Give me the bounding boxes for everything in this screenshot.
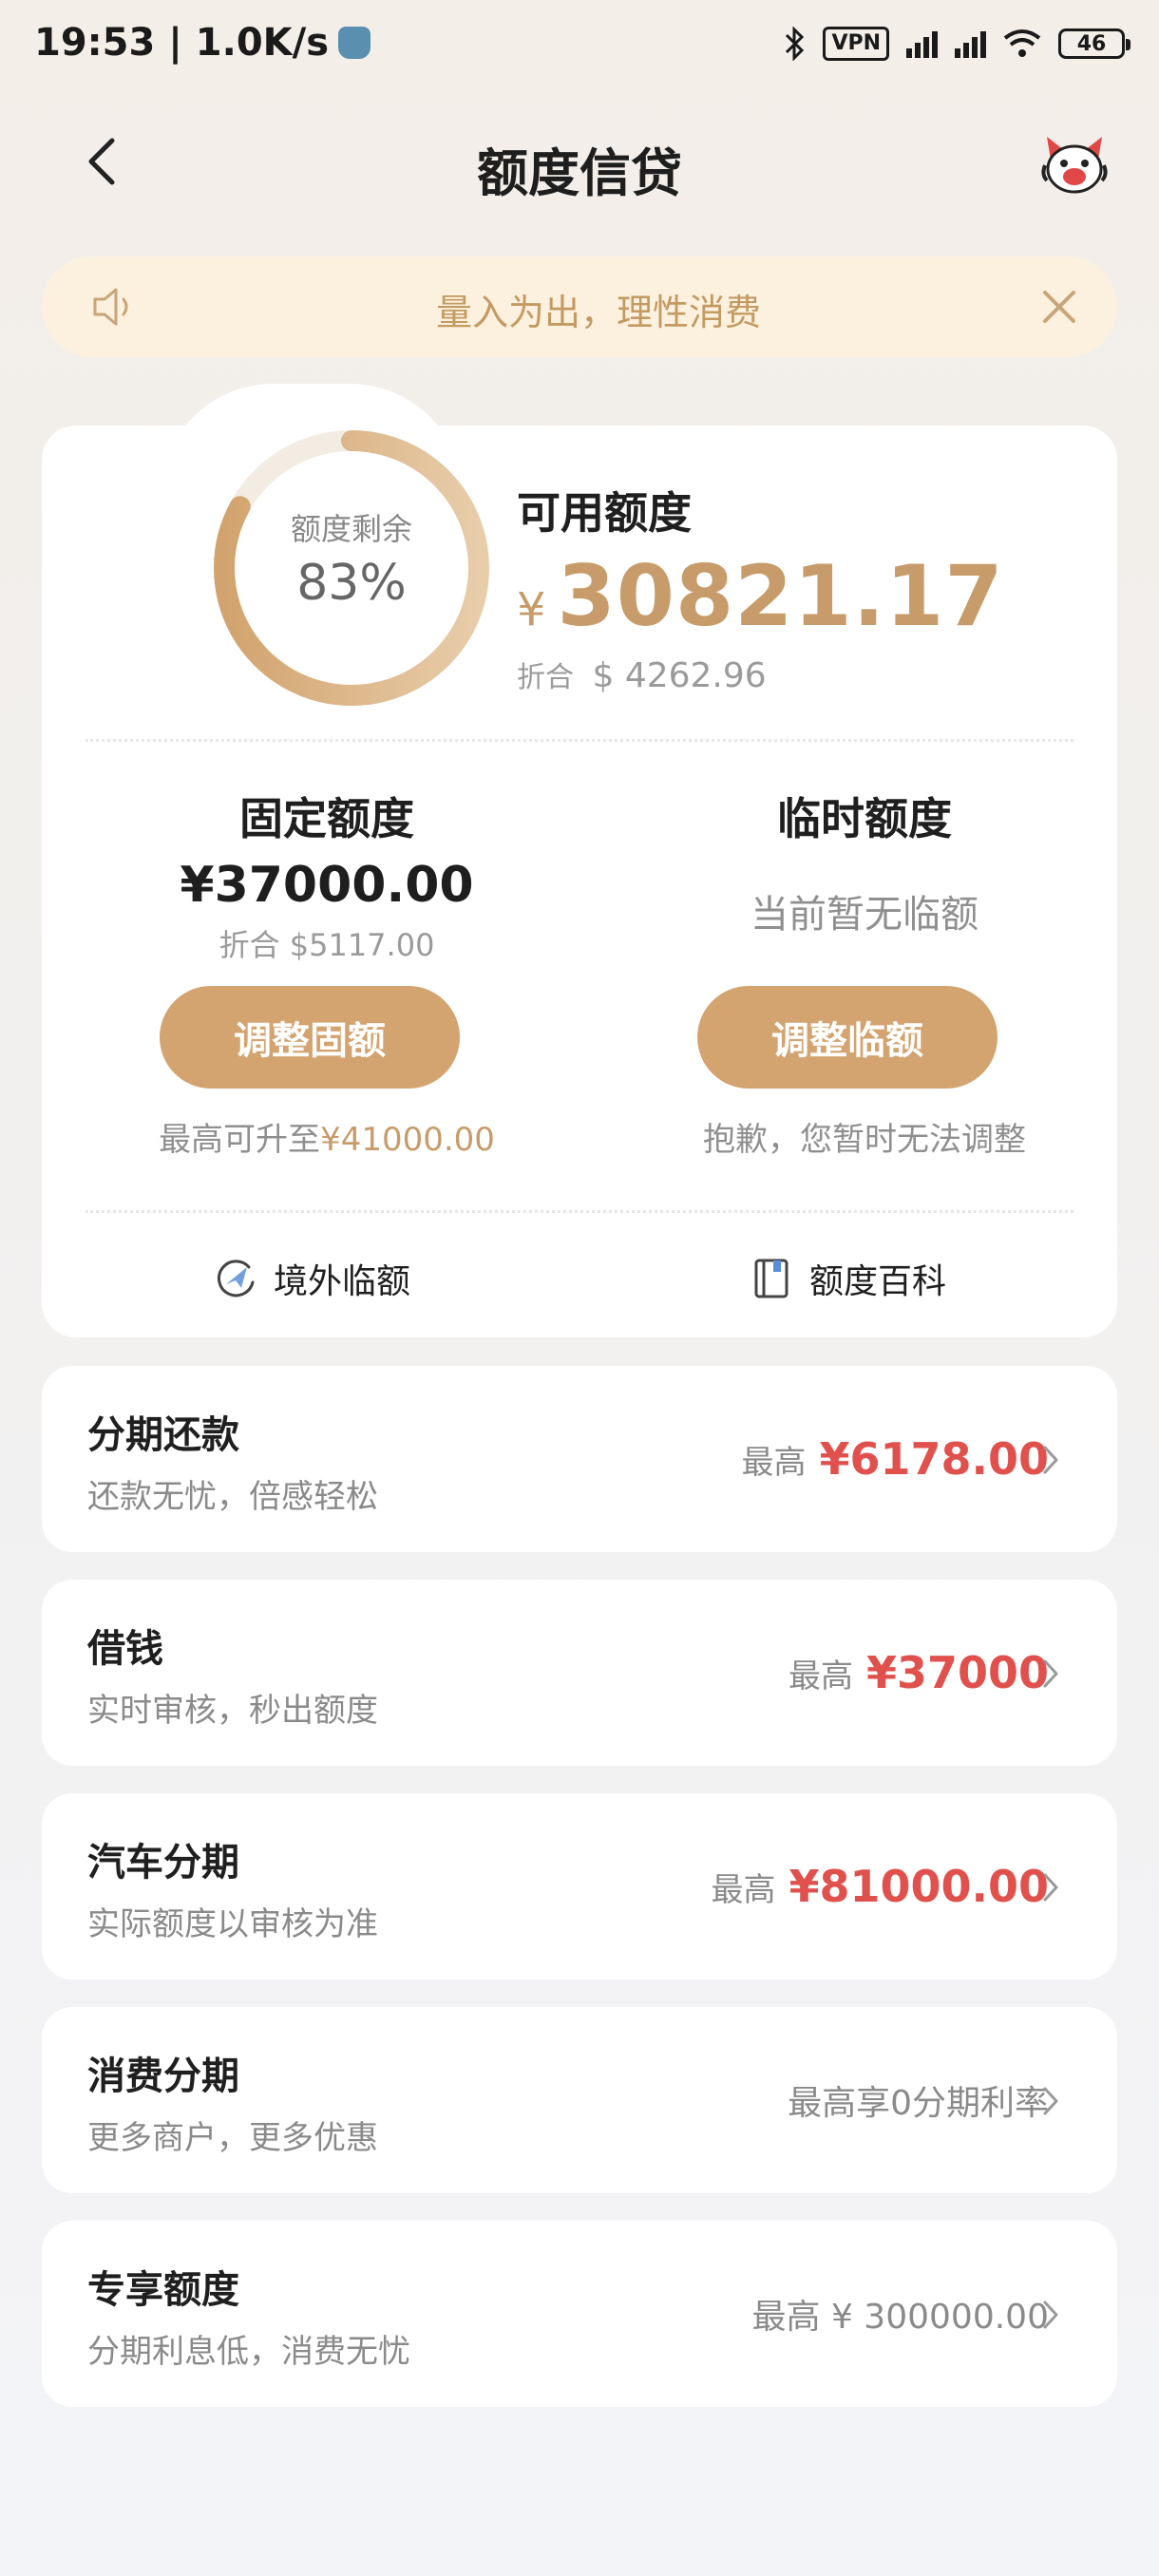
overseas-limit-label: 境外临额 bbox=[274, 1262, 411, 1301]
row-title: 消费分期 bbox=[87, 2055, 239, 2098]
vpn-badge: VPN bbox=[823, 27, 889, 61]
book-icon bbox=[754, 1259, 788, 1298]
row-value: ¥81000.00 bbox=[788, 1861, 1049, 1912]
status-time-speed: 19:53 | 1.0K/s bbox=[34, 21, 371, 65]
available-amount: ¥ 30821.17 bbox=[517, 547, 1004, 645]
chevron-right-icon bbox=[1043, 2087, 1058, 2115]
ring-label: 额度剩余 bbox=[290, 511, 412, 547]
notice-banner: 量入为出，理性消费 bbox=[42, 256, 1117, 357]
signal-icon bbox=[906, 29, 938, 58]
row-title: 专享额度 bbox=[87, 2268, 239, 2312]
row-value-prefix: 最高 bbox=[711, 1870, 776, 1909]
list-item-installment-repay[interactable]: 分期还款 还款无忧，倍感轻松 最高 ¥6178.00 bbox=[42, 1366, 1117, 1552]
row-value-prefix: 最高 bbox=[788, 1657, 853, 1695]
fixed-limit-usd: 折合 $5117.00 bbox=[218, 927, 435, 963]
list-item-consumer-installment[interactable]: 消费分期 更多商户，更多优惠 最高享0分期利率 bbox=[42, 2007, 1117, 2193]
temporary-limit-title: 临时额度 bbox=[777, 793, 952, 844]
row-subtitle: 实际额度以审核为准 bbox=[87, 1905, 378, 1943]
row-value-group: 最高 ¥ 300000.00 bbox=[752, 2221, 1049, 2407]
row-title: 汽车分期 bbox=[87, 1841, 239, 1885]
chevron-right-icon bbox=[1043, 1659, 1058, 1688]
bluetooth-icon bbox=[786, 27, 805, 61]
temporary-limit-status: 当前暂无临额 bbox=[750, 893, 978, 937]
list-item-car-installment[interactable]: 汽车分期 实际额度以审核为准 最高 ¥81000.00 bbox=[42, 1793, 1117, 1979]
close-icon[interactable] bbox=[1036, 283, 1083, 331]
divider bbox=[86, 1210, 1074, 1213]
row-value: ¥6178.00 bbox=[819, 1433, 1049, 1485]
list-item-exclusive-limit[interactable]: 专享额度 分期利息低，消费无忧 最高 ¥ 300000.00 bbox=[42, 2221, 1117, 2407]
chevron-right-icon bbox=[1043, 1873, 1058, 1902]
wifi-icon bbox=[1003, 29, 1041, 57]
fixed-note-value: ¥41000.00 bbox=[320, 1121, 495, 1159]
usd-prefix: 折合 bbox=[517, 661, 574, 694]
limit-wiki-label: 额度百科 bbox=[809, 1262, 947, 1301]
adjust-temporary-button[interactable]: 调整临额 bbox=[697, 986, 998, 1089]
ring-percent: 83% bbox=[296, 555, 407, 612]
row-value-prefix: 最高 bbox=[741, 1443, 807, 1482]
row-value-group: 最高 ¥81000.00 bbox=[711, 1793, 1049, 1979]
fixed-note-prefix: 最高可升至 bbox=[159, 1121, 321, 1159]
cat-app-icon bbox=[338, 27, 371, 59]
available-title: 可用额度 bbox=[517, 487, 692, 539]
row-subtitle: 还款无忧，倍感轻松 bbox=[87, 1478, 378, 1516]
row-value-group: 最高享0分期利率 bbox=[788, 2007, 1049, 2193]
row-title: 借钱 bbox=[87, 1627, 163, 1671]
page-title: 额度信贷 bbox=[477, 143, 682, 203]
list-item-borrow[interactable]: 借钱 实时审核，秒出额度 最高 ¥37000 bbox=[42, 1580, 1117, 1766]
row-subtitle: 更多商户，更多优惠 bbox=[87, 2119, 378, 2157]
signal-icon-2 bbox=[955, 29, 986, 58]
temporary-limit-note: 抱歉，您暂时无法调整 bbox=[703, 1121, 1026, 1159]
row-value: ¥37000 bbox=[865, 1647, 1049, 1698]
status-bar: 19:53 | 1.0K/s VPN 46 bbox=[0, 0, 1159, 95]
header: 额度信贷 bbox=[0, 114, 1159, 209]
limit-wiki-link[interactable]: 额度百科 bbox=[749, 1250, 946, 1307]
overseas-limit-link[interactable]: 境外临额 bbox=[213, 1250, 410, 1307]
plane-globe-icon bbox=[218, 1260, 255, 1297]
battery-icon: 46 bbox=[1058, 28, 1130, 59]
adjust-fixed-button[interactable]: 调整固额 bbox=[160, 986, 460, 1089]
currency-symbol: ¥ bbox=[517, 583, 546, 636]
remaining-ring: 额度剩余 83% bbox=[173, 426, 496, 748]
usd-amount: 4262.96 bbox=[624, 656, 767, 695]
available-usd: 折合 $ 4262.96 bbox=[517, 653, 767, 695]
fixed-limit-note: 最高可升至¥41000.00 bbox=[89, 1113, 564, 1160]
status-icons: VPN 46 bbox=[783, 27, 1130, 61]
divider bbox=[86, 739, 1074, 742]
usd-symbol: $ bbox=[592, 656, 615, 695]
notice-text: 量入为出，理性消费 bbox=[435, 292, 761, 333]
row-value: 最高享0分期利率 bbox=[788, 2084, 1049, 2123]
row-subtitle: 分期利息低，消费无忧 bbox=[87, 2333, 410, 2371]
row-value-group: 最高 ¥6178.00 bbox=[741, 1366, 1049, 1552]
available-amount-value: 30821.17 bbox=[557, 547, 1004, 645]
fixed-limit-title: 固定额度 bbox=[239, 793, 414, 844]
credit-summary-card: 额度剩余 83% 可用额度 ¥ 30821.17 折合 $ 4262.96 固定… bbox=[42, 426, 1117, 1337]
temporary-limit-section: 临时额度 当前暂无临额 bbox=[665, 785, 1064, 938]
row-value-group: 最高 ¥37000 bbox=[788, 1580, 1049, 1766]
chevron-right-icon bbox=[1043, 1446, 1058, 1474]
chevron-right-icon bbox=[1043, 2301, 1058, 2329]
row-value: 最高 ¥ 300000.00 bbox=[751, 2298, 1049, 2337]
fixed-limit-amount: ¥37000.00 bbox=[180, 857, 474, 914]
fixed-limit-section: 固定额度 ¥37000.00 折合 $5117.00 bbox=[127, 785, 526, 965]
row-title: 分期还款 bbox=[87, 1413, 239, 1457]
status-time: 19:53 | 1.0K/s bbox=[34, 21, 330, 65]
row-subtitle: 实时审核，秒出额度 bbox=[87, 1692, 378, 1730]
mascot-service-icon[interactable] bbox=[1039, 131, 1110, 198]
